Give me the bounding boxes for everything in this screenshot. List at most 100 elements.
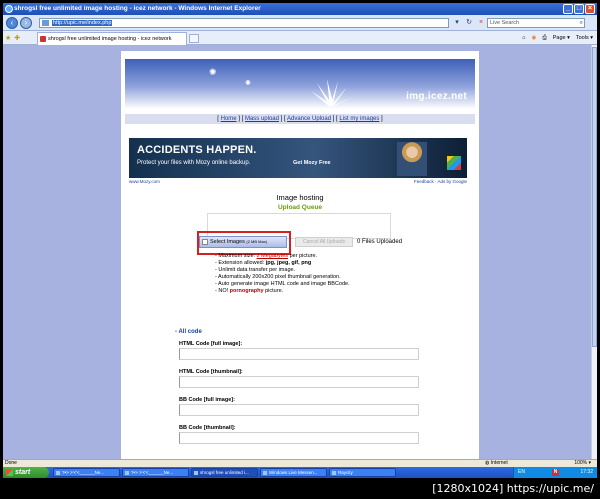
new-tab-button[interactable] <box>189 34 199 43</box>
command-bar: ⌂ ◉ ⎙ Page ▾ Tools ▾ <box>522 34 593 42</box>
status-text: Done <box>5 460 17 466</box>
taskbar-item-active[interactable]: shrogsl free unlimited i... <box>191 468 258 477</box>
nav-advance-upload[interactable]: Advance Upload <box>287 116 331 122</box>
select-note: (2 MB Max) <box>246 239 268 244</box>
bb-full-field[interactable] <box>179 404 419 416</box>
security-zone: ◍ Internet <box>485 460 508 466</box>
search-icon[interactable]: ⌕ <box>580 19 583 27</box>
html-full-field[interactable] <box>179 348 419 360</box>
rule-text: per picture. <box>288 253 318 259</box>
vertical-scrollbar[interactable] <box>591 45 597 459</box>
maximize-button[interactable]: □ <box>574 4 584 14</box>
screenshot-screen: shrogsl free unlimited image hosting - i… <box>3 3 597 478</box>
ad-cta[interactable]: Get Mozy Free <box>293 160 331 166</box>
minimize-button[interactable]: _ <box>563 4 573 14</box>
page-icon <box>42 20 49 26</box>
select-images-button[interactable]: Select Images (2 MB Max) <box>199 236 287 248</box>
forward-icon[interactable]: › <box>20 17 32 29</box>
zone-label: Internet <box>490 460 508 466</box>
taskbar-item[interactable]: ?•> >'<'<______Ne... <box>122 468 189 477</box>
rule-text: picture. <box>263 288 284 294</box>
refresh-icon[interactable]: ↻ <box>464 18 474 28</box>
stop-icon[interactable]: × <box>476 18 486 28</box>
ie-icon <box>5 5 13 13</box>
tab-label: shrogsl free unlimited image hosting - i… <box>48 36 172 42</box>
language-indicator[interactable]: EN <box>518 469 525 475</box>
close-button[interactable]: × <box>585 4 595 14</box>
rule-no-porn: - NO! pornography picture. <box>215 288 350 295</box>
taskbar: start ?•> >'<'<______Ne... ?•> >'<'<____… <box>3 467 597 478</box>
print-icon[interactable]: ⎙ <box>542 34 546 42</box>
select-label: Select Images <box>210 239 245 245</box>
html-thumb-label: HTML Code [thumbnail]: <box>179 369 243 375</box>
rule-max-size: - Maximum size: 2 Megabytes per picture. <box>215 253 350 260</box>
start-button[interactable]: start <box>3 467 49 478</box>
ad-subline: Protect your files with Mozy online back… <box>137 160 251 166</box>
nav-home[interactable]: Home <box>221 116 237 122</box>
clock: 17:32 <box>580 469 593 475</box>
dropdown-icon[interactable]: ▾ <box>452 18 462 28</box>
select-checkbox-icon <box>202 239 208 245</box>
upload-queue-label: Upload Queue <box>277 204 323 211</box>
site-logo: img.icez.net <box>406 91 467 102</box>
html-thumb-block: HTML Code [thumbnail]: <box>179 369 419 388</box>
start-label: start <box>15 469 31 476</box>
html-thumb-field[interactable] <box>179 376 419 388</box>
files-uploaded-count: 0 Files Uploaded <box>357 239 403 245</box>
html-full-block: HTML Code [full image]: <box>179 341 419 360</box>
max-size-link[interactable]: 2 Megabytes <box>257 253 289 259</box>
nav-list-images[interactable]: List my images <box>339 116 379 122</box>
address-input[interactable]: http://upic.me/index.php <box>39 18 449 28</box>
site-icon <box>40 36 46 42</box>
system-tray: EN N 17:32 <box>513 467 597 478</box>
window-title: shrogsl free unlimited image hosting - i… <box>14 5 261 12</box>
back-icon[interactable]: ‹ <box>6 17 18 29</box>
rule-text: - Extension allowed: <box>215 260 266 266</box>
ad-feedback-link[interactable]: Feedback · Ads by Google <box>414 179 467 184</box>
ad-footer: www.Mozy.com Feedback · Ads by Google <box>129 179 467 187</box>
scrollbar-thumb[interactable] <box>592 47 597 347</box>
bb-full-block: BB Code [full image]: <box>179 397 419 416</box>
ad-source-link[interactable]: www.Mozy.com <box>129 179 160 184</box>
tray-app-icon[interactable]: N <box>552 469 559 476</box>
sparkle-icon: ✺ <box>209 67 217 77</box>
html-full-label: HTML Code [full image]: <box>179 341 243 347</box>
ad-banner[interactable]: ACCIDENTS HAPPEN. Protect your files wit… <box>129 138 467 178</box>
feeds-icon[interactable]: ◉ <box>532 34 537 42</box>
address-url: http://upic.me/index.php <box>52 20 113 26</box>
rule-unlimited: - Unlimit data transfer per image. <box>215 267 296 273</box>
search-input[interactable]: Live Search ⌕ <box>487 18 585 28</box>
zoom-level[interactable]: 100% ▾ <box>574 460 591 467</box>
bb-thumb-label: BB Code [thumbnail]: <box>179 425 236 431</box>
ad-headline: ACCIDENTS HAPPEN. <box>137 144 257 156</box>
upload-title: Image hosting <box>276 193 324 202</box>
nav-mass-upload[interactable]: Mass upload <box>245 116 279 122</box>
home-icon[interactable]: ⌂ <box>522 34 525 42</box>
rule-text: - Maximum size: <box>215 253 257 259</box>
rule-thumbnail: - Automatically 200x200 pixel thumbnail … <box>215 274 341 280</box>
sparkle-icon: ✺ <box>245 80 251 87</box>
resolution-caption: [1280x1024] https://upic.me/ <box>0 478 600 499</box>
windows-logo-icon <box>6 469 13 476</box>
site-nav: [ Home ] [ Mass upload ] [ Advance Uploa… <box>125 114 475 124</box>
cancel-uploads-button[interactable]: Cancel All Uploads <box>295 237 353 247</box>
tools-menu[interactable]: Tools ▾ <box>576 34 593 42</box>
upload-rules: - Maximum size: 2 Megabytes per picture.… <box>215 253 350 295</box>
tab-active[interactable]: shrogsl free unlimited image hosting - i… <box>37 32 187 45</box>
window-titlebar: shrogsl free unlimited image hosting - i… <box>3 3 597 15</box>
flower-logo-icon <box>311 79 353 107</box>
search-placeholder: Live Search <box>490 20 520 26</box>
bb-thumb-field[interactable] <box>179 432 419 444</box>
rule-extension: - Extension allowed: jpg, jpeg, gif, png <box>215 260 350 267</box>
favorites-icon[interactable]: ★✚ <box>5 34 23 42</box>
taskbar-item[interactable]: Windows Live Messen... <box>260 468 327 477</box>
ad-photo <box>397 142 427 176</box>
tab-bar: ★✚ shrogsl free unlimited image hosting … <box>3 31 597 45</box>
page-menu[interactable]: Page ▾ <box>553 34 570 42</box>
rule-forbidden-word: pornography <box>229 288 264 294</box>
taskbar-item[interactable]: ?•> >'<'<______Ne... <box>53 468 120 477</box>
all-code-heading: - All code <box>175 329 202 335</box>
bb-full-label: BB Code [full image]: <box>179 397 235 403</box>
ad-logo-icon <box>447 156 461 170</box>
taskbar-item[interactable]: Raycity <box>329 468 396 477</box>
